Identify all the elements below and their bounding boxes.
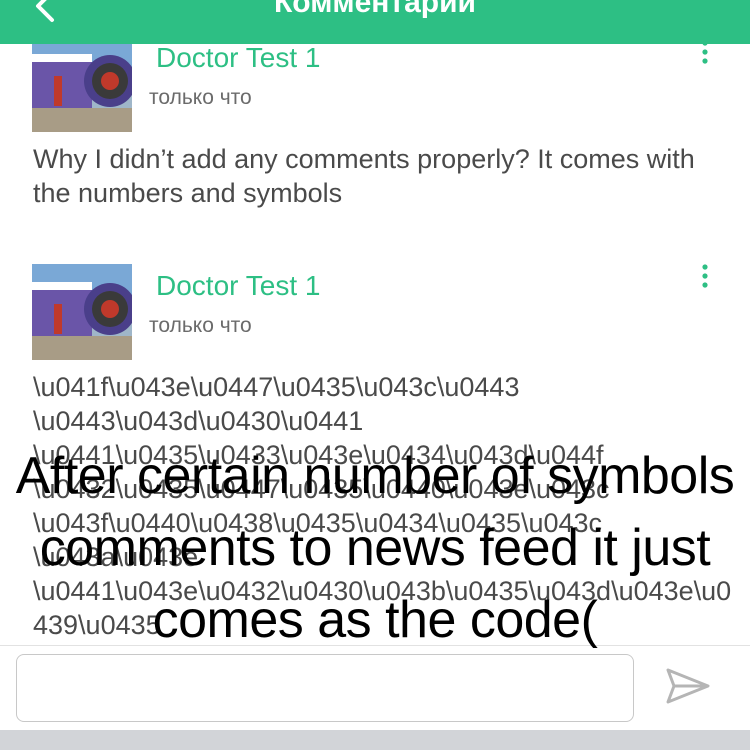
avatar[interactable] xyxy=(32,36,132,132)
comment-composer xyxy=(0,645,750,731)
comment-text: Why I didn’t add any comments properly? … xyxy=(33,144,695,208)
nav-header: Комментарии xyxy=(0,0,750,44)
page-title: Комментарии xyxy=(273,0,477,19)
overlay-caption: After certain number of symbols comments… xyxy=(15,447,735,649)
comment-input[interactable] xyxy=(16,654,634,722)
avatar[interactable] xyxy=(32,264,132,360)
comment-author[interactable]: Doctor Test 1 xyxy=(156,270,320,302)
comment-author[interactable]: Doctor Test 1 xyxy=(156,42,320,74)
send-icon[interactable] xyxy=(664,666,712,706)
comment-time: только что xyxy=(149,314,252,337)
keyboard-edge xyxy=(0,730,750,750)
more-options-icon[interactable] xyxy=(697,264,713,290)
comment-time: только что xyxy=(149,86,252,109)
